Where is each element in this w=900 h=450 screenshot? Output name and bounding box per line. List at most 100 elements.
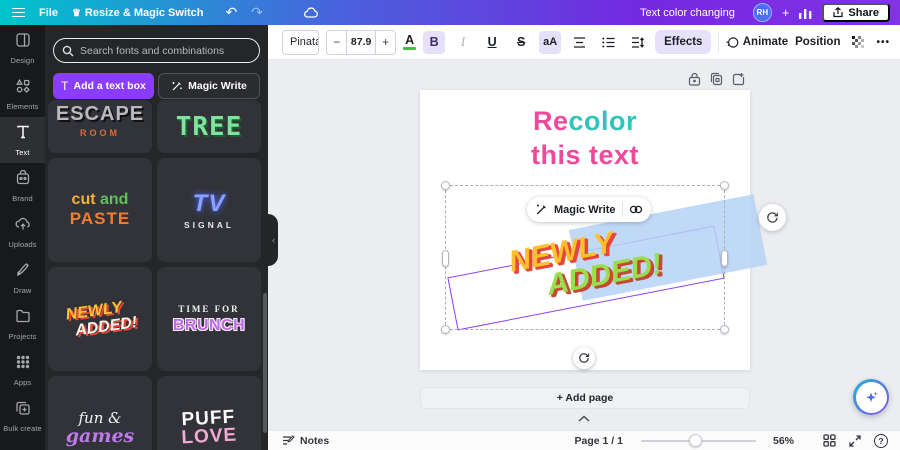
search-input[interactable] [80,45,251,57]
resize-handle-bottom-left[interactable] [441,325,450,334]
sidebar-item-text[interactable]: Text [0,117,45,163]
underline-button[interactable]: U [481,31,503,54]
style-tile-puff-love[interactable]: PUFF LOVE [157,376,261,450]
font-size-increase-button[interactable]: + [376,31,395,54]
color-swatch [403,47,416,50]
panel-collapse-button[interactable]: ‹ [261,214,278,266]
resize-handle-top-right[interactable] [720,181,729,190]
redo-button[interactable]: ↷ [251,4,263,21]
align-center-icon [573,37,586,48]
avatar[interactable]: RH [753,3,772,22]
apps-icon [15,354,31,375]
italic-button[interactable]: I [452,31,474,54]
grid-view-button[interactable] [823,434,836,447]
font-size-decrease-button[interactable]: − [327,31,346,54]
file-menu[interactable]: File [39,7,58,19]
animate-button[interactable]: Animate [726,36,788,49]
sidebar-item-uploads[interactable]: Uploads [0,209,45,255]
elements-icon [15,78,31,99]
brand-kit-icon [15,170,31,191]
chevron-up-icon[interactable] [576,413,592,423]
animate-icon [726,36,739,49]
text-color-button[interactable]: A [403,34,416,51]
status-bar: Notes Page 1 / 1 56% ? [268,430,900,450]
page-indicator[interactable]: Page 1 / 1 [575,435,623,447]
duplicate-page-icon[interactable] [710,72,723,86]
magic-wand-icon [171,80,183,92]
bold-button[interactable]: B [423,31,445,54]
magic-write-floating-button[interactable]: Magic Write [527,197,651,222]
style-tile-cut-and-paste[interactable]: cut and PASTE [48,158,152,262]
more-options-button[interactable]: ••• [876,37,890,48]
lock-icon[interactable] [688,72,701,86]
list-button[interactable] [597,31,619,54]
canva-assistant-button[interactable] [853,379,889,415]
magic-write-panel-button[interactable]: Magic Write [158,73,260,99]
font-size-stepper: − 87.9 + [326,30,396,55]
link-icon[interactable] [629,204,643,215]
text-case-button[interactable]: aA [539,31,561,54]
style-tile-newly-added[interactable]: NEWLY ADDED! [48,267,152,371]
style-tile-tree[interactable]: TREE [157,100,261,153]
style-tile-escape-room[interactable]: ESCAPE ROOM [48,100,152,153]
add-page-icon[interactable] [732,72,745,86]
zoom-slider-thumb[interactable] [689,434,702,447]
font-size-value[interactable]: 87.9 [346,31,376,54]
canvas-area[interactable]: Recolor this text NEWLY ADDED! [268,60,900,430]
effects-button[interactable]: Effects [655,30,711,54]
cloud-save-icon [303,7,319,19]
alignment-button[interactable] [568,31,590,54]
design-icon [15,32,31,53]
rotate-handle[interactable] [573,347,595,369]
add-member-button[interactable]: + [782,5,790,20]
undo-button[interactable]: ↶ [226,4,238,21]
sidebar-item-elements[interactable]: Elements [0,71,45,117]
heading-text[interactable]: Recolor this text [420,104,750,172]
add-text-box-button[interactable]: T Add a text box [53,73,154,99]
spacing-button[interactable] [626,31,648,54]
sidebar-item-draw[interactable]: Draw [0,255,45,301]
notes-button[interactable]: Notes [282,435,329,447]
help-button[interactable]: ? [874,434,888,448]
text-icon [15,124,31,145]
zoom-level[interactable]: 56% [773,435,794,447]
font-search[interactable] [53,38,260,63]
sidebar-item-brand[interactable]: Brand [0,163,45,209]
sidebar: Design Elements Text Brand Uploads Draw … [0,25,45,450]
document-title[interactable]: Text color changing [640,7,735,19]
menu-icon[interactable] [12,8,25,18]
sidebar-item-design[interactable]: Design [0,25,45,71]
resize-handle-right[interactable] [721,250,728,267]
projects-icon [15,308,31,329]
design-page[interactable]: Recolor this text NEWLY ADDED! [420,90,750,370]
transparency-button[interactable] [847,31,869,54]
sidebar-item-projects[interactable]: Projects [0,301,45,347]
sidebar-item-apps[interactable]: Apps [0,347,45,393]
style-tile-fun-and-games[interactable]: fun & games [48,376,152,450]
draw-icon [15,262,31,283]
insights-icon[interactable] [799,7,812,19]
zoom-slider[interactable] [641,434,756,448]
resize-handle-bottom-right[interactable] [720,325,729,334]
resize-handle-left[interactable] [442,250,449,267]
sidebar-item-bulk-create[interactable]: Bulk create [0,393,45,439]
panel-scrollbar[interactable] [263,293,267,433]
uploads-icon [15,216,31,237]
bulk-create-icon [15,400,31,421]
share-button[interactable]: Share [822,3,890,22]
bullet-list-icon [602,37,615,48]
flip-design-button[interactable] [759,204,786,231]
strikethrough-button[interactable]: S [510,31,532,54]
question-mark-icon: ? [874,434,888,448]
font-family-select[interactable]: Pinata Marks [282,30,319,55]
position-button[interactable]: Position [795,36,840,48]
add-page-button[interactable]: + Add page [420,387,750,409]
resize-handle-top-left[interactable] [441,181,450,190]
style-tile-time-for-brunch[interactable]: TIME FOR BRUNCH [157,267,261,371]
style-tile-tv-signal[interactable]: TV SIGNAL [157,158,261,262]
fullscreen-button[interactable] [849,435,861,447]
resize-magic-switch-button[interactable]: ♛Resize & Magic Switch [72,7,204,19]
magic-wand-icon [535,203,548,216]
canva-app: File ♛Resize & Magic Switch ↶ ↷ Text col… [0,0,900,450]
text-panel: T Add a text box Magic Write ESCAPE ROOM… [45,25,268,450]
